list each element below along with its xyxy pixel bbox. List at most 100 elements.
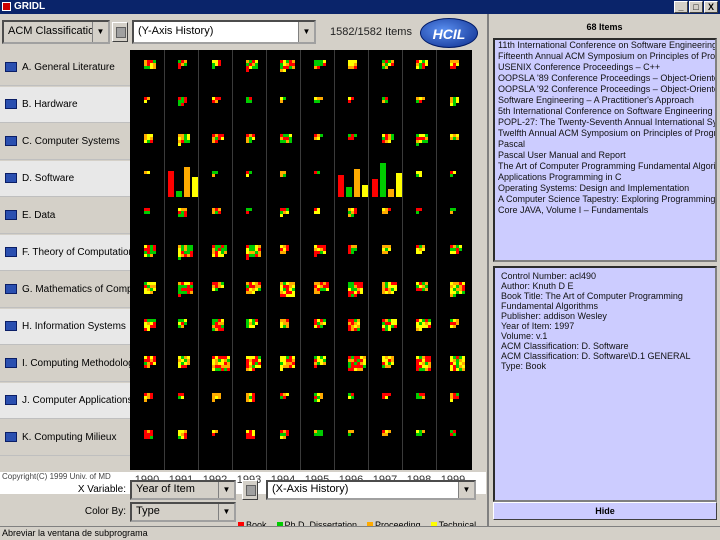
grid-cell[interactable] [202, 126, 236, 160]
grid-cell[interactable] [168, 163, 202, 197]
list-item[interactable]: POPL-27: The Twenty-Seventh Annual Inter… [495, 117, 715, 128]
grid-cell[interactable] [440, 89, 472, 123]
grid-cell[interactable] [236, 422, 270, 456]
list-item[interactable]: 11th International Conference on Softwar… [495, 40, 715, 51]
color-by-select[interactable]: Type ▼ [130, 502, 236, 522]
grid-cell[interactable] [270, 52, 304, 86]
grid-cell[interactable] [406, 422, 440, 456]
grid-cell[interactable] [236, 385, 270, 419]
grid-cell[interactable] [440, 311, 472, 345]
grid-cell[interactable] [406, 200, 440, 234]
grid-cell[interactable] [168, 274, 202, 308]
grid-cell[interactable] [236, 200, 270, 234]
grid-cell[interactable] [304, 274, 338, 308]
grid-cell[interactable] [372, 126, 406, 160]
grid-cell[interactable] [270, 200, 304, 234]
data-grid[interactable] [130, 50, 472, 470]
grid-cell[interactable] [440, 126, 472, 160]
grid-cell[interactable] [406, 126, 440, 160]
grid-cell[interactable] [202, 163, 236, 197]
row-label[interactable]: I. Computing Methodologies [0, 346, 130, 382]
x-axis-history-select[interactable]: (X-Axis History) ▼ [266, 480, 476, 500]
maximize-button[interactable]: □ [689, 1, 703, 13]
row-label[interactable]: C. Computer Systems [0, 124, 130, 160]
grid-cell[interactable] [338, 89, 372, 123]
close-button[interactable]: X [704, 1, 718, 13]
x-variable-select[interactable]: Year of Item ▼ [130, 480, 236, 500]
grid-cell[interactable] [202, 348, 236, 382]
grid-cell[interactable] [202, 200, 236, 234]
grid-cell[interactable] [202, 52, 236, 86]
list-item[interactable]: Applications Programming in C [495, 172, 715, 183]
grid-cell[interactable] [338, 311, 372, 345]
row-label[interactable]: K. Computing Milieux [0, 420, 130, 456]
y-axis-history-select[interactable]: (Y-Axis History) ▼ [132, 20, 316, 44]
grid-cell[interactable] [202, 237, 236, 271]
grid-cell[interactable] [406, 52, 440, 86]
grid-cell[interactable] [372, 200, 406, 234]
list-item[interactable]: Pascal User Manual and Report [495, 150, 715, 161]
grid-cell[interactable] [236, 311, 270, 345]
grid-cell[interactable] [202, 274, 236, 308]
grid-cell[interactable] [236, 52, 270, 86]
grid-cell[interactable] [202, 311, 236, 345]
x-axis-options-button[interactable] [242, 480, 258, 500]
grid-cell[interactable] [168, 200, 202, 234]
list-item[interactable]: 5th International Conference on Software… [495, 106, 715, 117]
row-label[interactable]: A. General Literature [0, 50, 130, 86]
row-label[interactable]: F. Theory of Computation [0, 235, 130, 271]
grid-cell[interactable] [304, 385, 338, 419]
grid-cell[interactable] [168, 422, 202, 456]
grid-cell[interactable] [168, 52, 202, 86]
list-item[interactable]: Twelfth Annual ACM Symposium on Principl… [495, 128, 715, 139]
grid-cell[interactable] [202, 385, 236, 419]
grid-cell[interactable] [270, 89, 304, 123]
list-item[interactable]: OOPSLA '89 Conference Proceedings – Obje… [495, 73, 715, 84]
grid-cell[interactable] [406, 237, 440, 271]
grid-cell[interactable] [372, 274, 406, 308]
grid-cell[interactable] [372, 163, 406, 197]
grid-cell[interactable] [134, 163, 168, 197]
grid-cell[interactable] [270, 126, 304, 160]
grid-cell[interactable] [406, 311, 440, 345]
grid-cell[interactable] [372, 52, 406, 86]
grid-cell[interactable] [338, 385, 372, 419]
grid-cell[interactable] [372, 422, 406, 456]
grid-cell[interactable] [168, 89, 202, 123]
grid-cell[interactable] [440, 237, 472, 271]
grid-cell[interactable] [406, 385, 440, 419]
grid-cell[interactable] [270, 274, 304, 308]
list-item[interactable]: USENIX Conference Proceedings – C++ [495, 62, 715, 73]
list-item[interactable]: Fifteenth Annual ACM Symposium on Princi… [495, 51, 715, 62]
grid-cell[interactable] [338, 200, 372, 234]
grid-cell[interactable] [372, 89, 406, 123]
grid-cell[interactable] [270, 311, 304, 345]
grid-cell[interactable] [270, 385, 304, 419]
grid-cell[interactable] [236, 237, 270, 271]
list-item[interactable]: A Computer Science Tapestry: Exploring P… [495, 194, 715, 205]
grid-cell[interactable] [168, 311, 202, 345]
grid-cell[interactable] [134, 348, 168, 382]
grid-cell[interactable] [202, 89, 236, 123]
y-axis-options-button[interactable] [112, 22, 128, 42]
grid-cell[interactable] [338, 237, 372, 271]
y-variable-select[interactable]: ACM Classification ▼ [2, 20, 110, 44]
grid-cell[interactable] [338, 422, 372, 456]
row-label[interactable]: E. Data [0, 198, 130, 234]
grid-cell[interactable] [134, 52, 168, 86]
grid-cell[interactable] [304, 200, 338, 234]
row-label[interactable]: B. Hardware [0, 87, 130, 123]
hide-button[interactable]: Hide [493, 502, 717, 520]
grid-cell[interactable] [338, 163, 372, 197]
grid-cell[interactable] [440, 274, 472, 308]
grid-cell[interactable] [440, 348, 472, 382]
grid-cell[interactable] [372, 237, 406, 271]
grid-cell[interactable] [440, 200, 472, 234]
grid-cell[interactable] [236, 89, 270, 123]
grid-cell[interactable] [440, 52, 472, 86]
grid-cell[interactable] [338, 348, 372, 382]
grid-cell[interactable] [440, 422, 472, 456]
grid-cell[interactable] [134, 385, 168, 419]
grid-cell[interactable] [134, 200, 168, 234]
grid-cell[interactable] [168, 237, 202, 271]
